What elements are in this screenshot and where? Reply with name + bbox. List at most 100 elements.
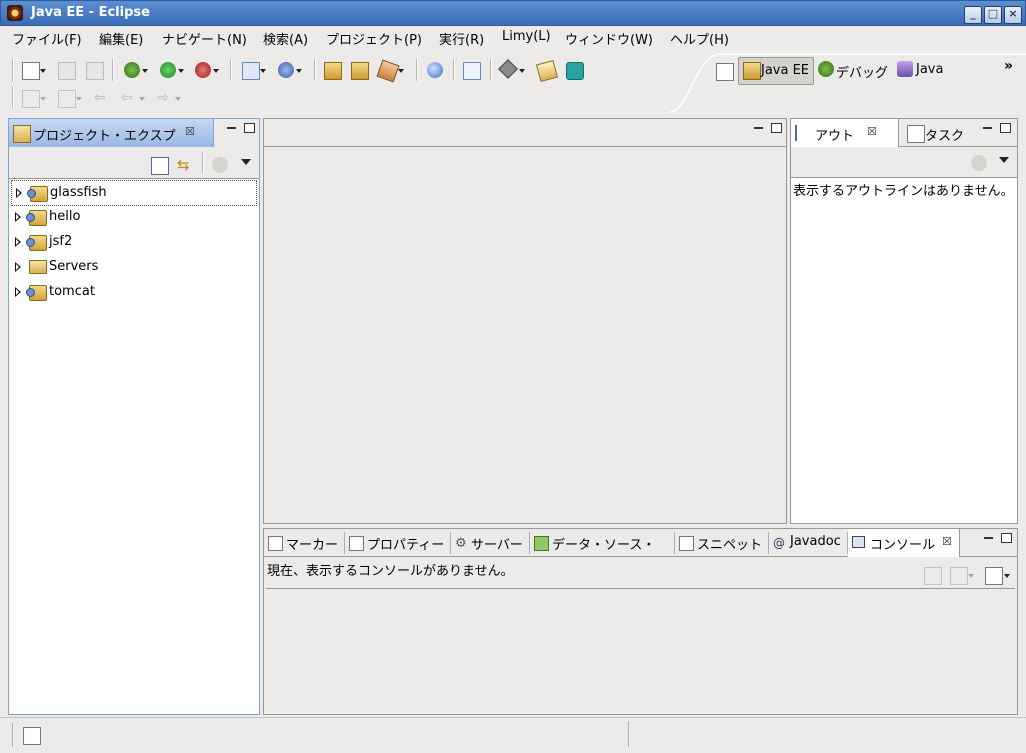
main-toolbar: ⇐ ⇦ ⇨ Java EE デバッグ Java » xyxy=(0,50,1026,114)
annotation-dropdown-icon[interactable] xyxy=(519,69,525,73)
tab-snippets-label: スニペット xyxy=(697,538,763,553)
open-resource-icon[interactable] xyxy=(351,62,369,80)
new-server-icon[interactable] xyxy=(242,62,260,80)
tab-project-explorer[interactable]: プロジェクト・エクスプ ☒ xyxy=(9,119,214,147)
menu-run[interactable]: 実行(R) xyxy=(439,29,484,48)
open-console-icon[interactable] xyxy=(985,567,1003,585)
tab-data-source[interactable]: データ・ソース・ xyxy=(530,532,674,554)
folder-icon xyxy=(29,260,47,274)
toolbar-separator xyxy=(416,59,418,81)
perspective-java-ee[interactable]: Java EE xyxy=(738,57,814,85)
bookmark-icon[interactable] xyxy=(535,59,559,83)
tree-item-tomcat[interactable]: tomcat xyxy=(11,280,255,304)
maximize-window-button[interactable]: □ xyxy=(984,6,1002,24)
project-explorer-header: プロジェクト・エクスプ ☒ xyxy=(9,119,259,148)
menu-window[interactable]: ウィンドウ(W) xyxy=(565,29,653,48)
tree-item-hello[interactable]: hello xyxy=(11,205,255,229)
perspective-java[interactable]: Java xyxy=(897,57,957,83)
tab-tasks-label: タスク xyxy=(925,129,965,144)
tab-snippets[interactable]: スニペット xyxy=(675,532,769,554)
bottom-panel: マーカー プロパティー ⚙ サーバー データ・ソース・ スニペット @ Java… xyxy=(263,528,1018,715)
link-with-editor-icon[interactable]: ⇆ xyxy=(177,156,193,174)
project-tree: glassfish hello jsf2 Servers tomcat xyxy=(9,179,259,714)
maximize-view-icon[interactable] xyxy=(1000,123,1011,133)
tab-tasks[interactable]: タスク xyxy=(905,119,973,147)
external-tools-dropdown-icon[interactable] xyxy=(213,69,219,73)
open-type-icon[interactable] xyxy=(324,62,342,80)
run-icon[interactable] xyxy=(160,62,176,78)
tab-servers[interactable]: ⚙ サーバー xyxy=(451,532,529,554)
forward-icon: ⇨ xyxy=(157,90,169,106)
tab-properties[interactable]: プロパティー xyxy=(345,532,450,554)
tree-item-jsf2[interactable]: jsf2 xyxy=(11,230,255,254)
expand-arrow-icon[interactable] xyxy=(15,262,21,272)
project-icon xyxy=(26,210,47,226)
expand-arrow-icon[interactable] xyxy=(15,287,21,297)
java-perspective-icon xyxy=(897,61,913,77)
debug-dropdown-icon[interactable] xyxy=(142,69,148,73)
run-dropdown-icon[interactable] xyxy=(178,69,184,73)
debug-icon[interactable] xyxy=(124,62,140,78)
close-tab-icon[interactable]: ☒ xyxy=(185,125,195,138)
tree-item-servers[interactable]: Servers xyxy=(11,255,255,279)
tab-markers[interactable]: マーカー xyxy=(264,532,344,554)
tree-item-glassfish[interactable]: glassfish xyxy=(11,180,257,206)
expand-arrow-icon[interactable] xyxy=(15,237,21,247)
window-title: Java EE - Eclipse xyxy=(31,5,150,20)
search-task-icon[interactable] xyxy=(376,59,400,83)
tab-outline[interactable]: アウト ☒ xyxy=(791,119,899,147)
minimize-view-icon[interactable] xyxy=(227,127,236,129)
collapse-all-icon[interactable] xyxy=(151,157,169,175)
maximize-view-icon[interactable] xyxy=(244,123,255,133)
status-bar xyxy=(0,717,1026,753)
expand-arrow-icon[interactable] xyxy=(16,188,22,198)
fast-view-icon[interactable] xyxy=(23,727,41,745)
last-edit-location-icon: ⇐ xyxy=(94,90,106,106)
divider xyxy=(628,721,629,747)
maximize-view-icon[interactable] xyxy=(1001,533,1012,543)
view-menu-icon[interactable] xyxy=(241,159,251,165)
menu-search[interactable]: 検索(A) xyxy=(263,29,308,48)
pin-console-icon xyxy=(924,567,942,585)
new-dropdown-icon[interactable] xyxy=(40,69,46,73)
minimize-view-icon[interactable] xyxy=(983,127,992,129)
external-tools-icon[interactable] xyxy=(195,62,211,78)
minimize-editor-icon[interactable] xyxy=(754,127,763,129)
maximize-editor-icon[interactable] xyxy=(771,123,782,133)
close-window-button[interactable]: × xyxy=(1004,6,1022,24)
tab-console[interactable]: コンソール ☒ xyxy=(848,529,960,557)
tab-javadoc[interactable]: @ Javadoc xyxy=(769,532,847,554)
open-console-dropdown-icon[interactable] xyxy=(1004,574,1010,578)
menu-navigate[interactable]: ナビゲート(N) xyxy=(162,29,247,48)
menu-limy[interactable]: Limy(L) xyxy=(502,29,551,44)
back-icon: ⇦ xyxy=(121,90,133,106)
view-menu-icon[interactable] xyxy=(999,157,1009,163)
expand-arrow-icon[interactable] xyxy=(15,212,21,222)
close-tab-icon[interactable]: ☒ xyxy=(942,535,952,548)
tab-javadoc-label: Javadoc xyxy=(790,534,841,549)
new-icon[interactable] xyxy=(22,62,40,80)
minimize-window-button[interactable]: _ xyxy=(964,6,982,24)
new-web-service-icon[interactable] xyxy=(278,62,294,78)
perspective-debug[interactable]: デバッグ xyxy=(818,57,892,83)
new-web-service-dropdown-icon[interactable] xyxy=(296,69,302,73)
web-browser-icon[interactable] xyxy=(427,62,443,78)
new-server-dropdown-icon[interactable] xyxy=(260,69,266,73)
search-task-dropdown-icon[interactable] xyxy=(398,69,404,73)
project-explorer-title: プロジェクト・エクスプ xyxy=(33,129,176,144)
menu-help[interactable]: ヘルプ(H) xyxy=(670,29,729,48)
java-sync-icon[interactable] xyxy=(463,62,481,80)
tree-item-label: tomcat xyxy=(49,284,95,299)
limy-icon[interactable] xyxy=(566,62,584,80)
minimize-view-icon[interactable] xyxy=(984,537,993,539)
close-tab-icon[interactable]: ☒ xyxy=(867,125,877,138)
annotation-icon[interactable] xyxy=(498,59,518,79)
toolbar-separator xyxy=(314,59,316,81)
menu-file[interactable]: ファイル(F) xyxy=(12,29,82,48)
menu-edit[interactable]: 編集(E) xyxy=(99,29,143,48)
more-perspectives-button[interactable]: » xyxy=(1004,58,1013,74)
prev-annotation-dropdown-icon xyxy=(76,97,82,101)
toolbar-separator xyxy=(202,152,204,174)
menu-project[interactable]: プロジェクト(P) xyxy=(326,29,422,48)
open-perspective-icon[interactable] xyxy=(716,63,734,81)
